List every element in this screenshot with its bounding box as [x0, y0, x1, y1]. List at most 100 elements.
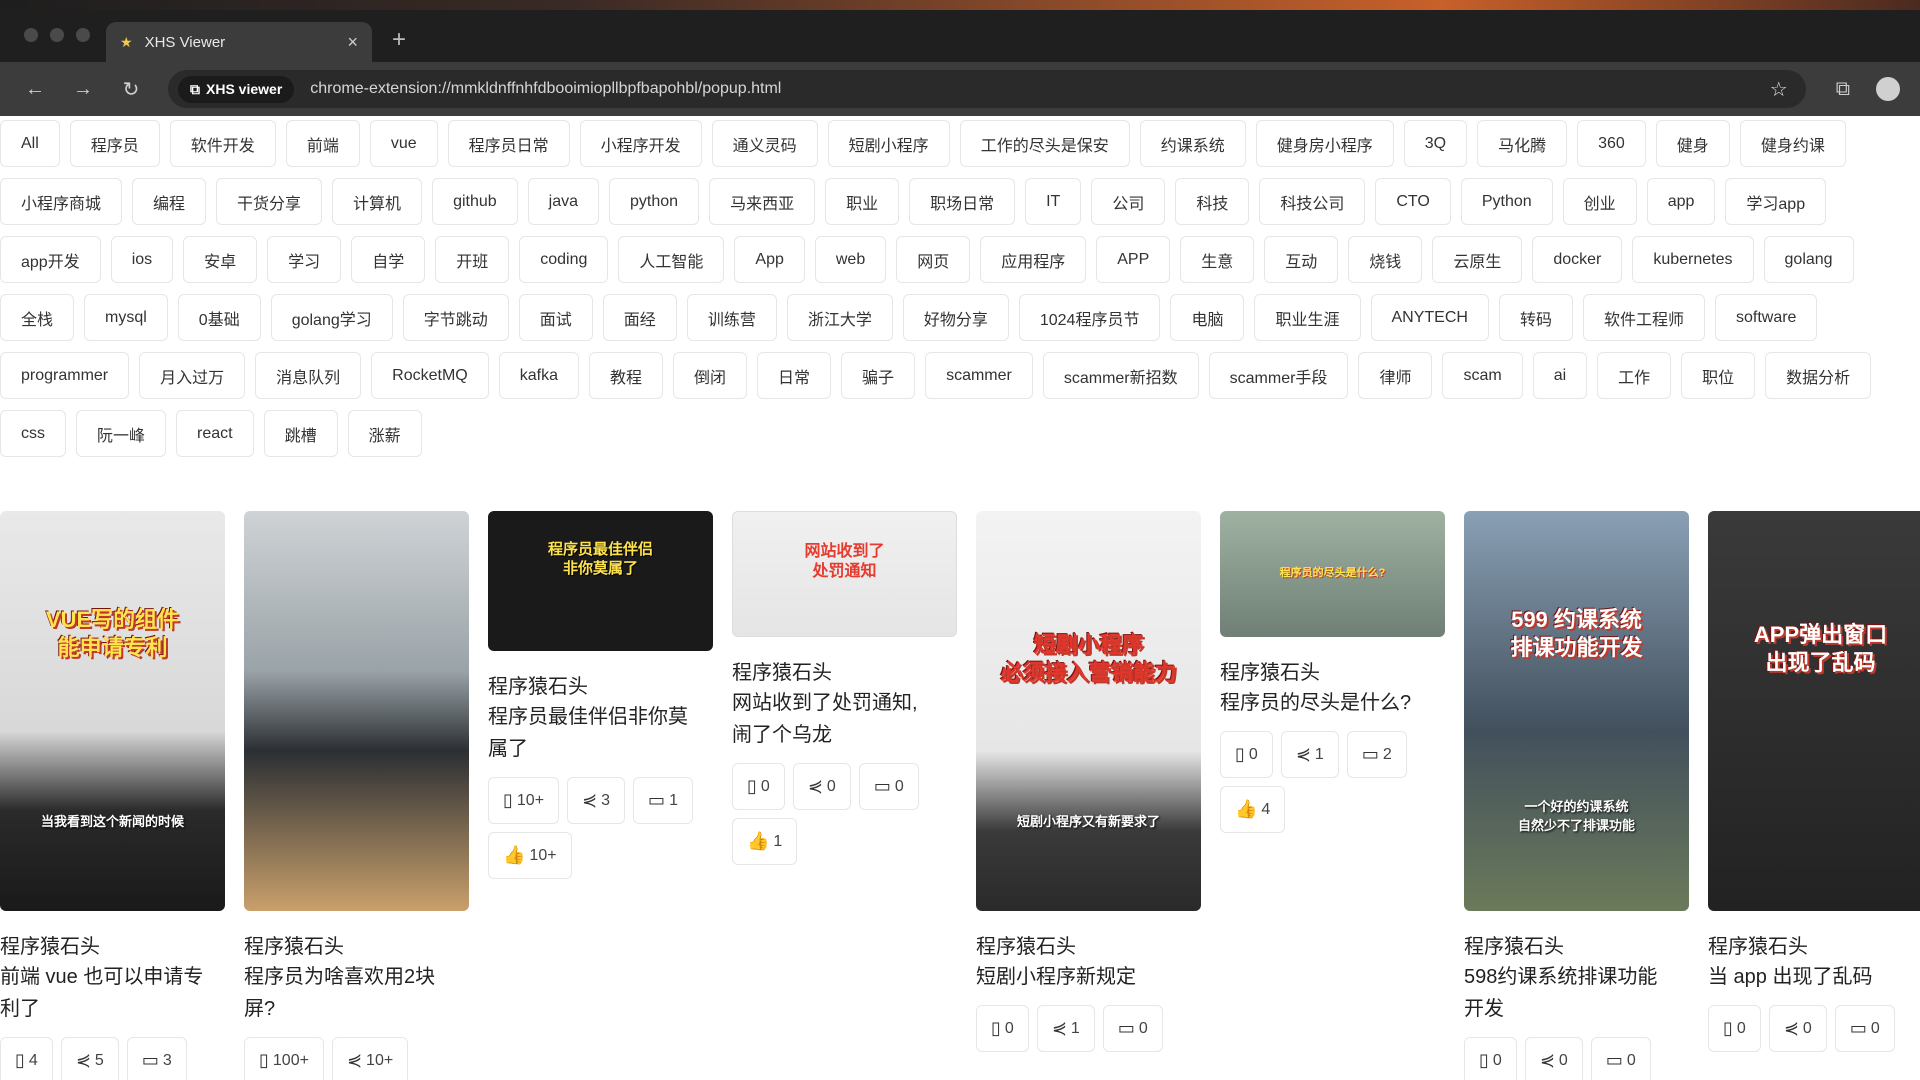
- note-card[interactable]: VUE写的组件 能申请专利 当我看到这个新闻的时候 程序猿石头 前端 vue 也可以申…: [0, 511, 225, 1080]
- comment-stat[interactable]: ▭ 0: [1102, 1005, 1163, 1052]
- tag-chip[interactable]: 云原生: [1432, 236, 1523, 283]
- note-card[interactable]: 程序猿石头 程序员为啥喜欢用2块 屏? ▯ 100+ ⋞ 10+: [244, 511, 469, 1080]
- tag-chip[interactable]: 程序员日常: [447, 120, 570, 167]
- tag-chip[interactable]: 涨薪: [347, 410, 422, 457]
- tag-chip[interactable]: kubernetes: [1632, 236, 1754, 283]
- tag-chip[interactable]: 互动: [1264, 236, 1339, 283]
- note-title[interactable]: 程序员的尽头是什么?: [1220, 687, 1445, 719]
- note-cover-image[interactable]: APP弹出窗口 出现了乱码: [1708, 511, 1920, 911]
- comment-stat[interactable]: ▭ 0: [1590, 1037, 1651, 1080]
- tag-chip[interactable]: 计算机: [332, 178, 423, 225]
- tag-chip[interactable]: 全栈: [0, 294, 75, 341]
- tag-chip[interactable]: 面经: [602, 294, 677, 341]
- extension-chip[interactable]: ⧉ XHS viewer: [178, 75, 295, 103]
- like-stat[interactable]: 👍 10+: [488, 832, 572, 879]
- tag-chip[interactable]: APP: [1096, 236, 1171, 283]
- tag-chip[interactable]: 自学: [351, 236, 426, 283]
- tag-chip[interactable]: 网页: [896, 236, 971, 283]
- tag-chip[interactable]: 应用程序: [980, 236, 1087, 283]
- tag-chip[interactable]: 职位: [1681, 352, 1756, 399]
- tag-chip[interactable]: 健身房小程序: [1255, 120, 1394, 167]
- tag-chip[interactable]: 职业生涯: [1254, 294, 1361, 341]
- tag-chip[interactable]: 月入过万: [139, 352, 246, 399]
- tag-chip[interactable]: software: [1714, 294, 1818, 341]
- comment-stat[interactable]: ▭ 3: [126, 1037, 187, 1080]
- tag-chip[interactable]: 数据分析: [1765, 352, 1872, 399]
- share-stat[interactable]: ⋞ 1: [1280, 731, 1339, 778]
- tag-chip[interactable]: scam: [1442, 352, 1523, 399]
- note-author[interactable]: 程序猿石头: [1708, 933, 1920, 961]
- new-tab-icon[interactable]: +: [392, 26, 406, 54]
- profile-avatar[interactable]: [1876, 77, 1900, 101]
- note-cover-image[interactable]: VUE写的组件 能申请专利 当我看到这个新闻的时候: [0, 511, 225, 911]
- extensions-icon[interactable]: ⧉: [1836, 78, 1850, 101]
- tag-chip[interactable]: 3Q: [1403, 120, 1468, 167]
- tag-chip[interactable]: 面试: [518, 294, 593, 341]
- browser-tab[interactable]: ★ XHS Viewer ×: [106, 22, 372, 62]
- tag-chip[interactable]: 骗子: [841, 352, 916, 399]
- tag-chip[interactable]: 健身约课: [1739, 120, 1846, 167]
- tag-chip[interactable]: 跳槽: [263, 410, 338, 457]
- tag-chip[interactable]: 教程: [589, 352, 664, 399]
- tag-chip[interactable]: scammer手段: [1208, 352, 1349, 399]
- comment-stat[interactable]: ▭ 1: [633, 777, 693, 824]
- share-stat[interactable]: ⋞ 5: [60, 1037, 119, 1080]
- bookmark-stat[interactable]: ▯ 0: [976, 1005, 1029, 1052]
- tag-chip[interactable]: 科技: [1175, 178, 1250, 225]
- tag-chip[interactable]: kafka: [498, 352, 579, 399]
- note-title[interactable]: 网站收到了处罚通知,: [732, 687, 957, 719]
- tag-chip[interactable]: 马化腾: [1477, 120, 1568, 167]
- tag-chip[interactable]: 1024程序员节: [1018, 294, 1161, 341]
- tag-chip[interactable]: golang学习: [270, 294, 393, 341]
- tag-chip[interactable]: 0基础: [177, 294, 261, 341]
- note-title[interactable]: 属了: [488, 733, 713, 765]
- note-title[interactable]: 闹了个乌龙: [732, 719, 957, 751]
- note-card[interactable]: 网站收到了 处罚通知 程序猿石头 网站收到了处罚通知, 闹了个乌龙 ▯ 0 ⋞ 0 ▭ 0 👍 1: [732, 511, 957, 865]
- tag-chip[interactable]: 软件开发: [169, 120, 276, 167]
- tag-chip[interactable]: programmer: [0, 352, 130, 399]
- tag-chip[interactable]: RocketMQ: [371, 352, 489, 399]
- tag-chip[interactable]: 律师: [1358, 352, 1433, 399]
- tag-chip[interactable]: scammer新招数: [1042, 352, 1199, 399]
- tag-chip[interactable]: App: [734, 236, 805, 283]
- tag-chip[interactable]: 生意: [1180, 236, 1255, 283]
- note-title[interactable]: 程序员最佳伴侣非你莫: [488, 701, 713, 733]
- note-title[interactable]: 598约课系统排课功能: [1464, 961, 1689, 993]
- note-title[interactable]: 当 app 出现了乱码: [1708, 961, 1920, 993]
- note-author[interactable]: 程序猿石头: [732, 659, 957, 687]
- tag-chip[interactable]: CTO: [1375, 178, 1451, 225]
- tag-chip[interactable]: 马来西亚: [709, 178, 816, 225]
- tag-chip[interactable]: IT: [1025, 178, 1082, 225]
- note-author[interactable]: 程序猿石头: [244, 933, 469, 961]
- tag-chip[interactable]: 通义灵码: [711, 120, 818, 167]
- tag-chip[interactable]: 约课系统: [1139, 120, 1246, 167]
- share-stat[interactable]: ⋞ 0: [1768, 1005, 1827, 1052]
- back-icon[interactable]: ←: [20, 78, 50, 101]
- tag-chip[interactable]: ANYTECH: [1370, 294, 1489, 341]
- tag-chip[interactable]: 倒闭: [673, 352, 748, 399]
- bookmark-stat[interactable]: ▯ 0: [732, 763, 785, 810]
- tag-chip[interactable]: 健身: [1655, 120, 1730, 167]
- maximize-window-icon[interactable]: [76, 28, 90, 42]
- tag-chip[interactable]: vue: [369, 120, 438, 167]
- note-title[interactable]: 短剧小程序新规定: [976, 961, 1201, 993]
- share-stat[interactable]: ⋞ 0: [1524, 1037, 1583, 1080]
- reload-icon[interactable]: ↻: [116, 77, 146, 102]
- comment-stat[interactable]: ▭ 0: [858, 763, 919, 810]
- note-title[interactable]: 利了: [0, 993, 225, 1025]
- tag-chip[interactable]: Python: [1460, 178, 1553, 225]
- tag-chip[interactable]: 短剧小程序: [827, 120, 950, 167]
- tag-chip[interactable]: 消息队列: [255, 352, 362, 399]
- tag-chip[interactable]: 训练营: [686, 294, 777, 341]
- note-card[interactable]: 599 约课系统 排课功能开发 一个好的约课系统 自然少不了排课功能 程序猿石头 59…: [1464, 511, 1689, 1080]
- tag-chip[interactable]: golang: [1763, 236, 1854, 283]
- note-author[interactable]: 程序猿石头: [0, 933, 225, 961]
- note-author[interactable]: 程序猿石头: [976, 933, 1201, 961]
- note-title[interactable]: 屏?: [244, 993, 469, 1025]
- minimize-window-icon[interactable]: [50, 28, 64, 42]
- note-title[interactable]: 程序员为啥喜欢用2块: [244, 961, 469, 993]
- note-card[interactable]: 程序员最佳伴侣 非你莫属了 程序猿石头 程序员最佳伴侣非你莫 属了 ▯ 10+ ⋞ 3 ▭ 1 👍 1…: [488, 511, 713, 879]
- note-cover-image[interactable]: 网站收到了 处罚通知: [732, 511, 957, 637]
- tag-chip[interactable]: ai: [1532, 352, 1588, 399]
- bookmark-stat[interactable]: ▯ 4: [0, 1037, 53, 1080]
